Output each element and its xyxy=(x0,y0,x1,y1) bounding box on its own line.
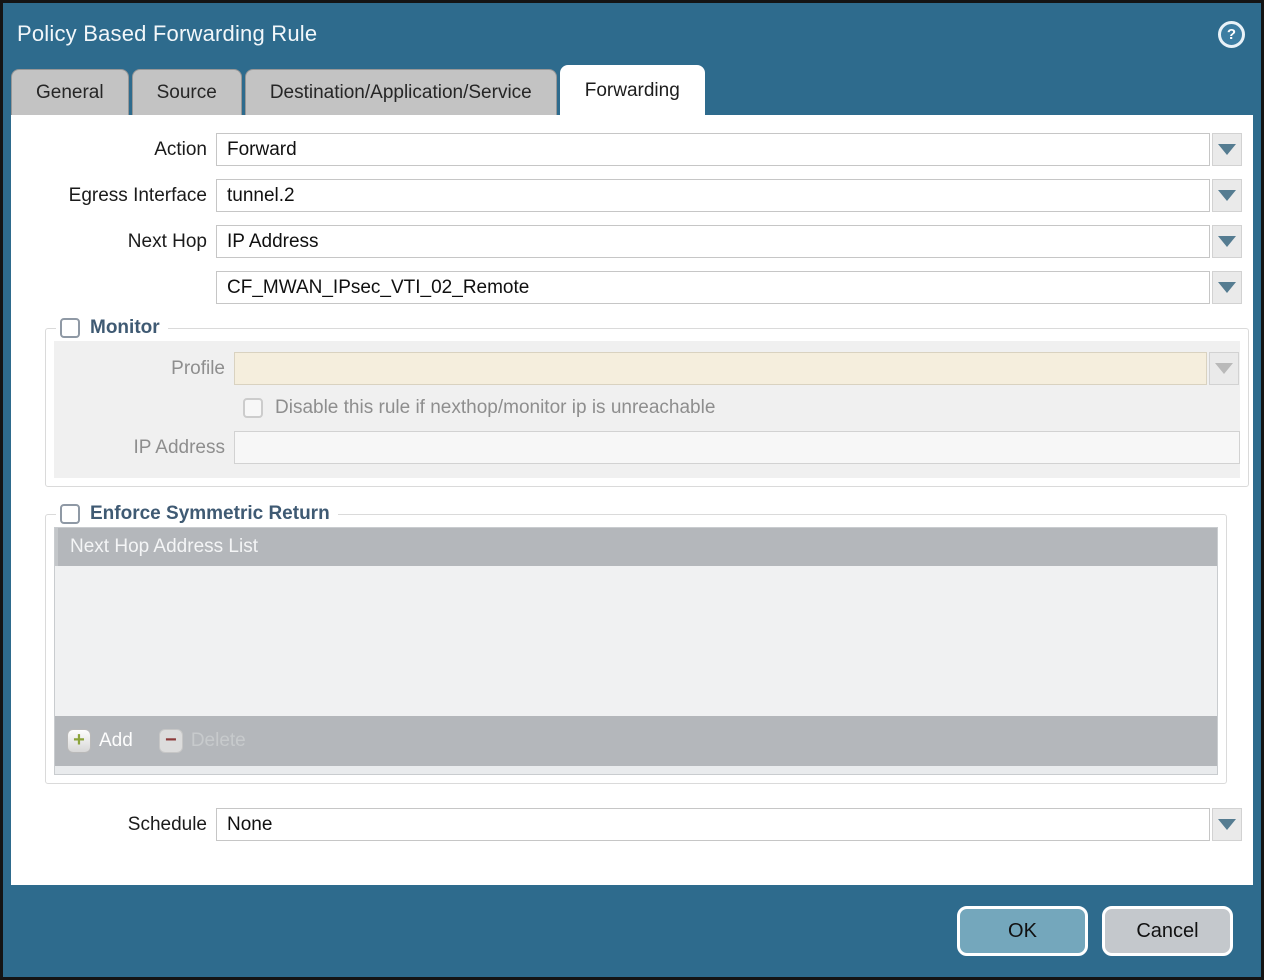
next-hop-address-list-body[interactable] xyxy=(55,566,1217,716)
monitor-section: Monitor Profile Disable this rule if nex… xyxy=(45,317,1249,487)
add-button-label: Add xyxy=(99,730,133,752)
profile-select xyxy=(234,352,1207,385)
schedule-label: Schedule xyxy=(11,814,216,836)
tab-source[interactable]: Source xyxy=(132,69,242,115)
profile-dropdown-button xyxy=(1209,352,1239,385)
table-bottom-strip xyxy=(55,766,1217,774)
monitor-ip-address-label: IP Address xyxy=(54,437,234,459)
dialog-title: Policy Based Forwarding Rule xyxy=(17,21,317,47)
next-hop-address-list-header: Next Hop Address List xyxy=(55,528,1217,566)
minus-icon: − xyxy=(159,729,183,753)
action-select[interactable]: Forward xyxy=(216,133,1210,166)
monitor-disabled-panel: Profile Disable this rule if nexthop/mon… xyxy=(54,341,1240,478)
dialog-footer: OK Cancel xyxy=(3,885,1261,977)
next-hop-row: Next Hop IP Address xyxy=(11,225,1253,258)
monitor-checkbox[interactable] xyxy=(60,318,80,338)
tab-bar: General Source Destination/Application/S… xyxy=(3,65,1261,115)
next-hop-type-dropdown-button[interactable] xyxy=(1212,225,1242,258)
tab-general[interactable]: General xyxy=(11,69,129,115)
symmetric-return-section: Enforce Symmetric Return Next Hop Addres… xyxy=(45,503,1227,784)
chevron-down-icon xyxy=(1218,144,1236,155)
monitor-ip-address-input xyxy=(234,431,1240,464)
delete-button-label: Delete xyxy=(191,730,246,752)
schedule-select[interactable]: None xyxy=(216,808,1210,841)
next-hop-address-list-toolbar: + Add − Delete xyxy=(55,716,1217,766)
chevron-down-icon xyxy=(1218,282,1236,293)
egress-interface-dropdown-button[interactable] xyxy=(1212,179,1242,212)
disable-rule-checkbox xyxy=(243,398,263,418)
schedule-dropdown-button[interactable] xyxy=(1212,808,1242,841)
cancel-button[interactable]: Cancel xyxy=(1102,906,1233,956)
help-icon[interactable]: ? xyxy=(1218,21,1245,48)
next-hop-address-table: Next Hop Address List + Add − Delete xyxy=(54,527,1218,775)
symmetric-return-title: Enforce Symmetric Return xyxy=(90,503,330,525)
monitor-legend: Monitor xyxy=(56,317,168,339)
plus-icon: + xyxy=(67,729,91,753)
next-hop-address-select[interactable]: CF_MWAN_IPsec_VTI_02_Remote xyxy=(216,271,1210,304)
action-label: Action xyxy=(11,139,216,161)
action-row: Action Forward xyxy=(11,133,1253,166)
delete-button: − Delete xyxy=(159,729,246,753)
next-hop-type-select[interactable]: IP Address xyxy=(216,225,1210,258)
next-hop-address-dropdown-button[interactable] xyxy=(1212,271,1242,304)
schedule-row: Schedule None xyxy=(11,808,1253,841)
chevron-down-icon xyxy=(1215,363,1233,374)
egress-interface-row: Egress Interface tunnel.2 xyxy=(11,179,1253,212)
egress-interface-label: Egress Interface xyxy=(11,185,216,207)
action-dropdown-button[interactable] xyxy=(1212,133,1242,166)
profile-label: Profile xyxy=(54,358,234,380)
next-hop-label: Next Hop xyxy=(11,231,216,253)
tab-destination-application-service[interactable]: Destination/Application/Service xyxy=(245,69,557,115)
policy-based-forwarding-dialog: Policy Based Forwarding Rule ? General S… xyxy=(0,0,1264,980)
egress-interface-select[interactable]: tunnel.2 xyxy=(216,179,1210,212)
tab-forwarding[interactable]: Forwarding xyxy=(560,65,705,115)
monitor-title: Monitor xyxy=(90,317,160,339)
chevron-down-icon xyxy=(1218,819,1236,830)
next-hop-address-row: CF_MWAN_IPsec_VTI_02_Remote xyxy=(11,271,1253,304)
monitor-ip-address-row: IP Address xyxy=(54,431,1240,464)
add-button[interactable]: + Add xyxy=(67,729,133,753)
disable-rule-row: Disable this rule if nexthop/monitor ip … xyxy=(243,397,1240,419)
ok-button[interactable]: OK xyxy=(957,906,1088,956)
dialog-titlebar: Policy Based Forwarding Rule ? xyxy=(3,3,1261,65)
profile-row: Profile xyxy=(54,352,1240,385)
symmetric-return-legend: Enforce Symmetric Return xyxy=(56,503,338,525)
chevron-down-icon xyxy=(1218,190,1236,201)
forwarding-tab-panel: Action Forward Egress Interface tunnel.2… xyxy=(11,115,1253,885)
disable-rule-label: Disable this rule if nexthop/monitor ip … xyxy=(275,397,715,419)
chevron-down-icon xyxy=(1218,236,1236,247)
symmetric-return-checkbox[interactable] xyxy=(60,504,80,524)
